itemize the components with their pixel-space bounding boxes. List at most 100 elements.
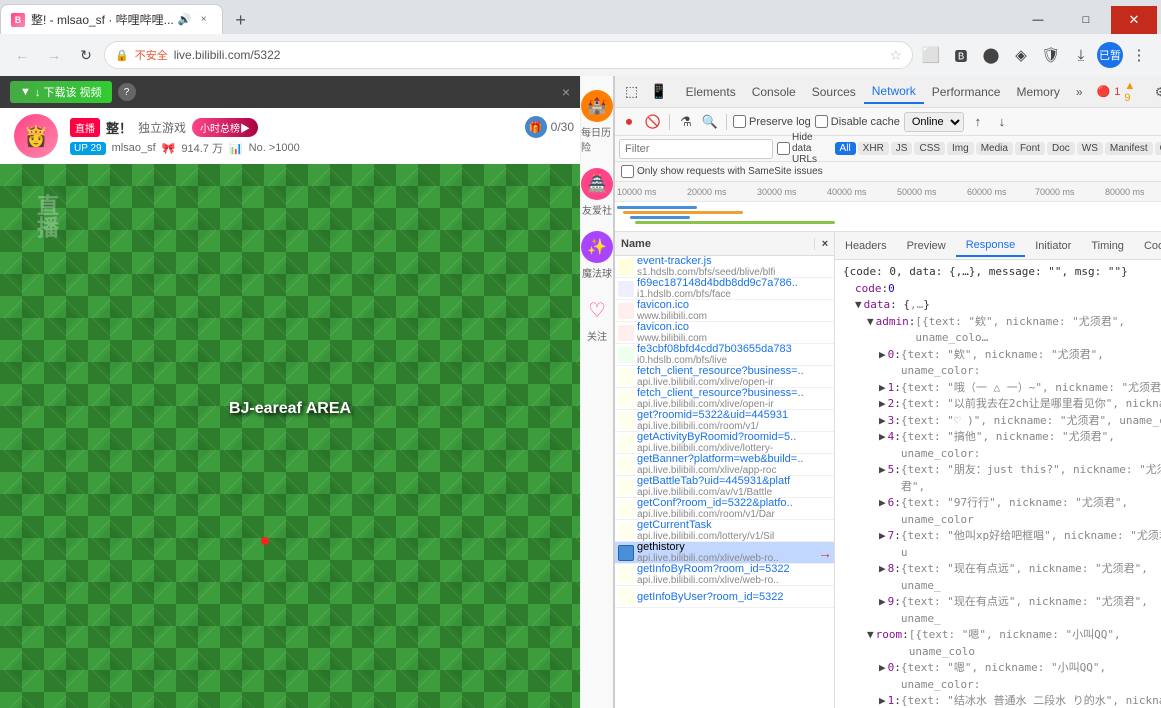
disable-cache-label[interactable]: Disable cache	[815, 115, 900, 128]
daily-history-btn[interactable]: 🏰 每日历险	[581, 84, 613, 160]
tab-network[interactable]: Network	[864, 80, 924, 104]
error-count: 🔴	[1097, 85, 1111, 98]
row-name-url-15: getInfoByRoom?room_id=5322 api.live.bili…	[637, 563, 834, 586]
filter-xhr[interactable]: XHR	[858, 142, 889, 155]
devtools-settings-btn[interactable]: ⚙	[1147, 85, 1161, 99]
new-tab-button[interactable]: +	[227, 6, 255, 34]
request-row-event-tracker[interactable]: event-tracker.js s1.hdslb.com/bfs/seed/b…	[615, 256, 834, 278]
panel-tab-initiator[interactable]: Initiator	[1025, 236, 1081, 256]
close-col-header[interactable]: ×	[815, 238, 835, 250]
address-bar[interactable]: 🔒 不安全 live.bilibili.com/5322 ☆	[104, 41, 913, 69]
request-row-face[interactable]: f69ec187148d4bdb8dd9c7a786.. i1.hdslb.co…	[615, 278, 834, 300]
row-name-url-11: getBattleTab?uid=445931&platf api.live.b…	[637, 475, 834, 498]
filter-other[interactable]: Other	[1155, 142, 1161, 155]
download-close-btn[interactable]: ×	[562, 84, 570, 100]
request-row-favicon1[interactable]: favicon.ico www.bilibili.com	[615, 300, 834, 322]
preserve-log-checkbox[interactable]	[733, 115, 746, 128]
filter-all[interactable]: All	[835, 142, 856, 155]
devtools-mobile-icon[interactable]: 📱	[644, 83, 673, 100]
tab-memory[interactable]: Memory	[1008, 81, 1067, 103]
request-row-getinfobyuser[interactable]: getInfoByUser?room_id=5322	[615, 586, 834, 608]
minimize-btn[interactable]: —	[1015, 6, 1061, 34]
throttle-select[interactable]: Online	[904, 112, 964, 132]
bilibili-ext-icon[interactable]: 🅱	[947, 41, 975, 69]
close-window-btn[interactable]: ✕	[1111, 6, 1157, 34]
request-row-fetch1[interactable]: fetch_client_resource?business=.. api.li…	[615, 366, 834, 388]
export-har-btn[interactable]: ↓	[992, 112, 1012, 132]
timeline-bar-3	[630, 216, 690, 219]
reload-btn[interactable]: ↻	[72, 41, 100, 69]
filter-ws[interactable]: WS	[1077, 142, 1103, 155]
json-data-line: ▼data: {,…}	[843, 297, 1161, 314]
tab-console[interactable]: Console	[744, 81, 804, 103]
request-row-conf[interactable]: getConf?room_id=5322&platfo.. api.live.b…	[615, 498, 834, 520]
chrome-icon[interactable]: ⬤	[977, 41, 1005, 69]
devtools-header: ⬚ 📱 Elements Console Sources Network Per…	[615, 76, 1161, 108]
profile-ext-icon[interactable]: ◈	[1007, 41, 1035, 69]
request-row-gethistory[interactable]: gethistory api.live.bilibili.com/xlive/w…	[615, 542, 834, 564]
selected-indicator: →	[818, 545, 834, 561]
import-har-btn[interactable]: ↑	[968, 112, 988, 132]
filter-toggle-btn[interactable]: ⚗	[676, 112, 696, 132]
filter-img[interactable]: Img	[947, 142, 974, 155]
back-btn[interactable]: ←	[8, 41, 36, 69]
filter-media[interactable]: Media	[976, 142, 1013, 155]
record-stop-btn[interactable]: ⏺	[619, 112, 639, 132]
download-ext-icon[interactable]: ⤓	[1067, 41, 1095, 69]
friends-btn[interactable]: 🏯 友爱社	[581, 162, 613, 223]
request-row-activity[interactable]: getActivityByRoomid?roomid=5.. api.live.…	[615, 432, 834, 454]
request-row-get[interactable]: get?roomid=5322&uid=445931 api.live.bili…	[615, 410, 834, 432]
request-row-getinfobyroom[interactable]: getInfoByRoom?room_id=5322 api.live.bili…	[615, 564, 834, 586]
request-row-currenttask[interactable]: getCurrentTask api.live.bilibili.com/lot…	[615, 520, 834, 542]
panel-tab-headers[interactable]: Headers	[835, 236, 897, 256]
hide-data-urls-label[interactable]: Hide data URLs	[777, 132, 831, 165]
filter-css[interactable]: CSS	[914, 142, 945, 155]
bookmark-icon[interactable]: ☆	[889, 47, 902, 64]
timeline-bar-2	[623, 211, 743, 214]
video-section: ▼ ↓ 下载该 视频 ? × 👸 直播 整！ 独立游戏 小时总榜▶	[0, 76, 580, 708]
tab-close-btn[interactable]: ×	[196, 12, 212, 28]
json-admin-2: ▶2: {text: "以前我去在2ch让是哪里看见你", nickname:	[843, 396, 1161, 413]
adblock-icon[interactable]: 🛡	[1037, 41, 1065, 69]
download-help-btn[interactable]: ?	[118, 83, 136, 101]
same-site-label[interactable]: Only show requests with SameSite issues	[621, 165, 823, 178]
hot-ranking-badge[interactable]: 小时总榜▶	[192, 118, 258, 137]
follow-btn[interactable]: ♡ 关注	[581, 288, 613, 349]
filter-manifest[interactable]: Manifest	[1105, 142, 1153, 155]
panel-tab-preview[interactable]: Preview	[897, 236, 956, 256]
forward-btn[interactable]: →	[40, 41, 68, 69]
filter-input[interactable]	[619, 139, 773, 159]
filter-doc[interactable]: Doc	[1047, 142, 1075, 155]
tab-more[interactable]: »	[1068, 81, 1091, 103]
search-requests-btn[interactable]: 🔍	[700, 112, 720, 132]
timeline-bar-1	[617, 206, 697, 209]
download-video-btn[interactable]: ▼ ↓ 下载该 视频	[10, 81, 112, 103]
filter-js[interactable]: JS	[891, 142, 913, 155]
user-profile-btn[interactable]: 已暂	[1097, 42, 1123, 68]
disable-cache-checkbox[interactable]	[815, 115, 828, 128]
tab-elements[interactable]: Elements	[678, 81, 744, 103]
extensions-icon[interactable]: ⬜	[917, 41, 945, 69]
request-row-battle[interactable]: getBattleTab?uid=445931&platf api.live.b…	[615, 476, 834, 498]
panel-tab-timing[interactable]: Timing	[1081, 236, 1134, 256]
hide-data-urls-checkbox[interactable]	[777, 142, 790, 155]
filter-font[interactable]: Font	[1015, 142, 1045, 155]
maximize-btn[interactable]: □	[1063, 6, 1109, 34]
same-site-checkbox[interactable]	[621, 165, 634, 178]
active-tab[interactable]: B 整! - mlsao_sf · 哔哩哔哩... 🔊 ×	[0, 4, 223, 34]
panel-tab-cookies[interactable]: Cookies	[1134, 236, 1161, 256]
tab-performance[interactable]: Performance	[924, 81, 1009, 103]
request-row-fe3c[interactable]: fe3cbf08bfd4cdd7b03655da783 i0.hdslb.com…	[615, 344, 834, 366]
devtools-inspect-icon[interactable]: ⬚	[619, 83, 644, 100]
tab-sources[interactable]: Sources	[804, 81, 864, 103]
menu-btn[interactable]: ⋮	[1125, 41, 1153, 69]
request-row-favicon2[interactable]: favicon.ico www.bilibili.com	[615, 322, 834, 344]
clear-requests-btn[interactable]: 🚫	[643, 112, 663, 132]
panel-tab-response[interactable]: Response	[956, 235, 1026, 257]
magic-btn[interactable]: ✨ 魔法球	[581, 225, 613, 286]
video-player[interactable]: 直播 BJ-eareaf AREA	[0, 164, 580, 708]
json-admin-0: ▶0: {text: "欸", nickname: "尤须君", uname_c…	[843, 347, 1161, 380]
request-row-banner[interactable]: getBanner?platform=web&build=.. api.live…	[615, 454, 834, 476]
preserve-log-label[interactable]: Preserve log	[733, 115, 811, 128]
request-row-fetch2[interactable]: fetch_client_resource?business=.. api.li…	[615, 388, 834, 410]
